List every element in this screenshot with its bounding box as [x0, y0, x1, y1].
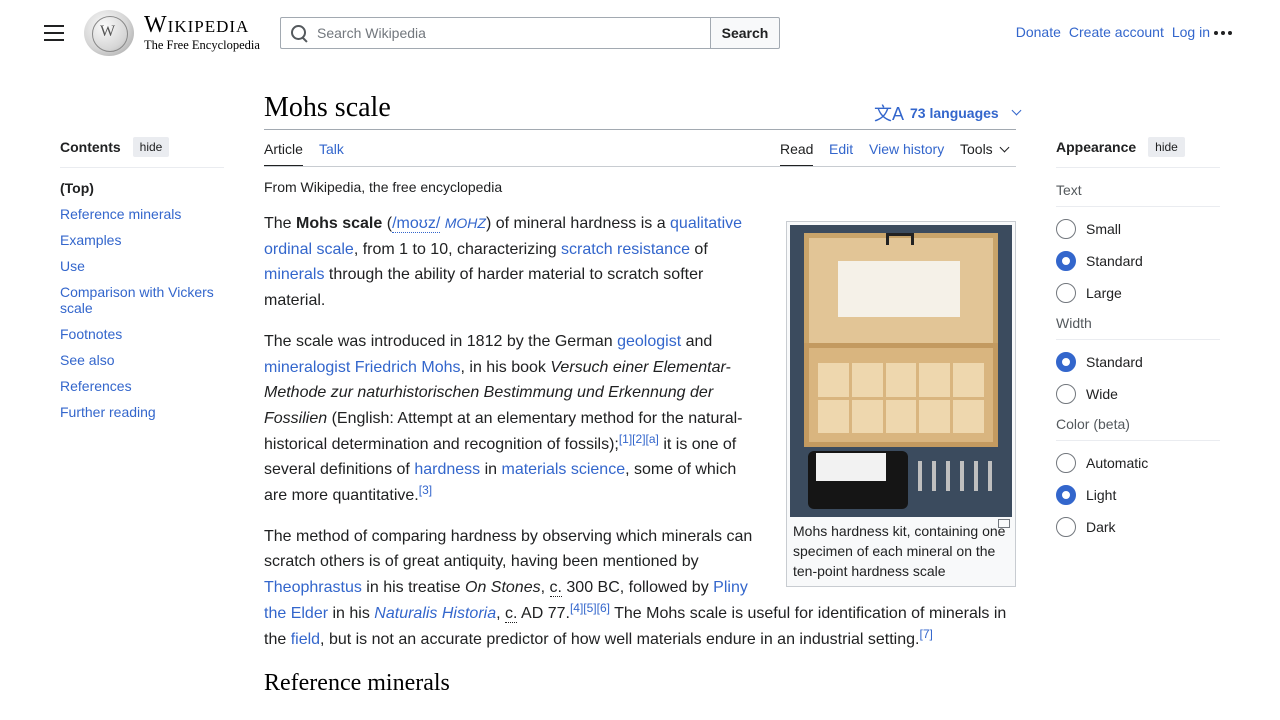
appearance-title: Appearance	[1056, 139, 1137, 155]
logo-tagline: The Free Encyclopedia	[144, 38, 260, 52]
color-options: Automatic Light Dark	[1056, 441, 1220, 543]
bold-term: Mohs scale	[296, 215, 383, 232]
languages-button[interactable]: 文A 73 languages	[874, 100, 1022, 126]
search-form: Search	[280, 17, 780, 49]
citation-1-2-a[interactable]: [1][2][a]	[619, 432, 659, 446]
enlarge-icon[interactable]	[998, 519, 1010, 528]
create-account-link[interactable]: Create account	[1069, 24, 1164, 40]
tab-edit[interactable]: Edit	[829, 141, 853, 167]
tab-talk[interactable]: Talk	[319, 141, 344, 167]
link-hardness[interactable]: hardness	[414, 461, 480, 478]
radio-selected-icon	[1056, 251, 1076, 271]
toc-hide-button[interactable]: hide	[132, 137, 170, 157]
toc-item-reference-minerals[interactable]: Reference minerals	[60, 206, 181, 222]
link-field[interactable]: field	[291, 631, 320, 648]
citation-4-5-6[interactable]: [4][5][6]	[570, 601, 610, 615]
table-of-contents: Contents hide (Top) Reference minerals E…	[60, 137, 224, 430]
radio-icon	[1056, 384, 1076, 404]
radio-selected-icon	[1056, 485, 1076, 505]
toc-item-see-also[interactable]: See also	[60, 352, 114, 368]
link-naturalis-historia[interactable]: Naturalis Historia	[374, 605, 496, 622]
mohs-hardness-kit-image[interactable]	[790, 225, 1012, 517]
tab-article[interactable]: Article	[264, 141, 303, 167]
tabs-divider	[264, 166, 1016, 167]
appearance-hide-button[interactable]: hide	[1148, 137, 1185, 157]
text-size-options: Small Standard Large	[1056, 207, 1220, 309]
toc-title: Contents	[60, 139, 121, 155]
more-options-icon[interactable]	[1214, 31, 1232, 35]
radio-color-light[interactable]: Light	[1056, 479, 1220, 511]
tools-label: Tools	[960, 141, 993, 157]
radio-icon	[1056, 219, 1076, 239]
radio-text-small[interactable]: Small	[1056, 213, 1220, 245]
color-label: Color (beta)	[1056, 416, 1220, 441]
toc-item-references[interactable]: References	[60, 378, 132, 394]
tab-read[interactable]: Read	[780, 141, 814, 167]
toc-item-further-reading[interactable]: Further reading	[60, 404, 156, 420]
user-links: Donate Create account Log in	[1016, 24, 1210, 40]
radio-selected-icon	[1056, 352, 1076, 372]
radio-icon	[1056, 283, 1076, 303]
width-options: Standard Wide	[1056, 340, 1220, 410]
toc-item-use[interactable]: Use	[60, 258, 85, 274]
toc-item-examples[interactable]: Examples	[60, 232, 121, 248]
link-theophrastus[interactable]: Theophrastus	[264, 579, 362, 596]
search-input[interactable]	[317, 25, 710, 41]
main-menu-button[interactable]	[44, 25, 64, 41]
radio-text-standard[interactable]: Standard	[1056, 245, 1220, 277]
width-label: Width	[1056, 315, 1220, 340]
logo-wordmark: Wikipedia	[144, 12, 250, 38]
toc-item-comparison-with-vickers[interactable]: Comparison with Vickers scale	[60, 284, 214, 316]
page-title: Mohs scale	[264, 92, 391, 123]
translate-icon: 文A	[874, 104, 905, 124]
chevron-down-icon	[1011, 105, 1022, 115]
section-heading-reference-minerals: Reference minerals	[264, 670, 450, 697]
link-scratch-resistance[interactable]: scratch resistance	[561, 241, 690, 258]
circa-abbr: c.	[549, 579, 562, 598]
radio-color-automatic[interactable]: Automatic	[1056, 447, 1220, 479]
citation-3[interactable]: [3]	[419, 483, 432, 497]
tools-menu[interactable]: Tools	[960, 141, 1010, 167]
donate-link[interactable]: Donate	[1016, 24, 1061, 40]
circa-abbr: c.	[505, 604, 518, 623]
pronunciation-link[interactable]: MOHZ	[445, 215, 486, 231]
wikipedia-globe-icon	[84, 10, 134, 56]
title-divider	[264, 129, 1016, 130]
figure-caption: Mohs hardness kit, containing one specim…	[790, 517, 1012, 583]
article-body: Mohs hardness kit, containing one specim…	[264, 211, 1016, 699]
log-in-link[interactable]: Log in	[1172, 24, 1210, 40]
site-subtitle: From Wikipedia, the free encyclopedia	[264, 179, 503, 195]
wikipedia-logo[interactable]: Wikipedia The Free Encyclopedia	[84, 10, 260, 56]
infobox-figure: Mohs hardness kit, containing one specim…	[786, 221, 1016, 587]
tab-view-history[interactable]: View history	[869, 141, 944, 167]
ipa-link[interactable]: /moʊz/	[392, 215, 441, 233]
link-geologist[interactable]: geologist	[617, 333, 681, 350]
link-friedrich-mohs[interactable]: mineralogist Friedrich Mohs	[264, 359, 461, 376]
appearance-panel: Appearance hide Text Small Standard Larg…	[1056, 137, 1220, 543]
text-size-label: Text	[1056, 182, 1220, 207]
link-minerals[interactable]: minerals	[264, 266, 324, 283]
radio-text-large[interactable]: Large	[1056, 277, 1220, 309]
toc-item-footnotes[interactable]: Footnotes	[60, 326, 122, 342]
languages-label: 73 languages	[910, 105, 999, 121]
search-icon	[289, 23, 309, 43]
toc-item-top[interactable]: (Top)	[60, 180, 94, 196]
citation-7[interactable]: [7]	[919, 627, 932, 641]
radio-width-wide[interactable]: Wide	[1056, 378, 1220, 410]
link-materials-science[interactable]: materials science	[501, 461, 625, 478]
search-button[interactable]: Search	[710, 17, 780, 49]
page-tabs: Article Talk Read Edit View history Tool…	[264, 141, 1016, 167]
radio-icon	[1056, 517, 1076, 537]
radio-icon	[1056, 453, 1076, 473]
chevron-down-icon	[999, 142, 1010, 153]
radio-width-standard[interactable]: Standard	[1056, 346, 1220, 378]
radio-color-dark[interactable]: Dark	[1056, 511, 1220, 543]
work-title: On Stones	[465, 579, 541, 597]
